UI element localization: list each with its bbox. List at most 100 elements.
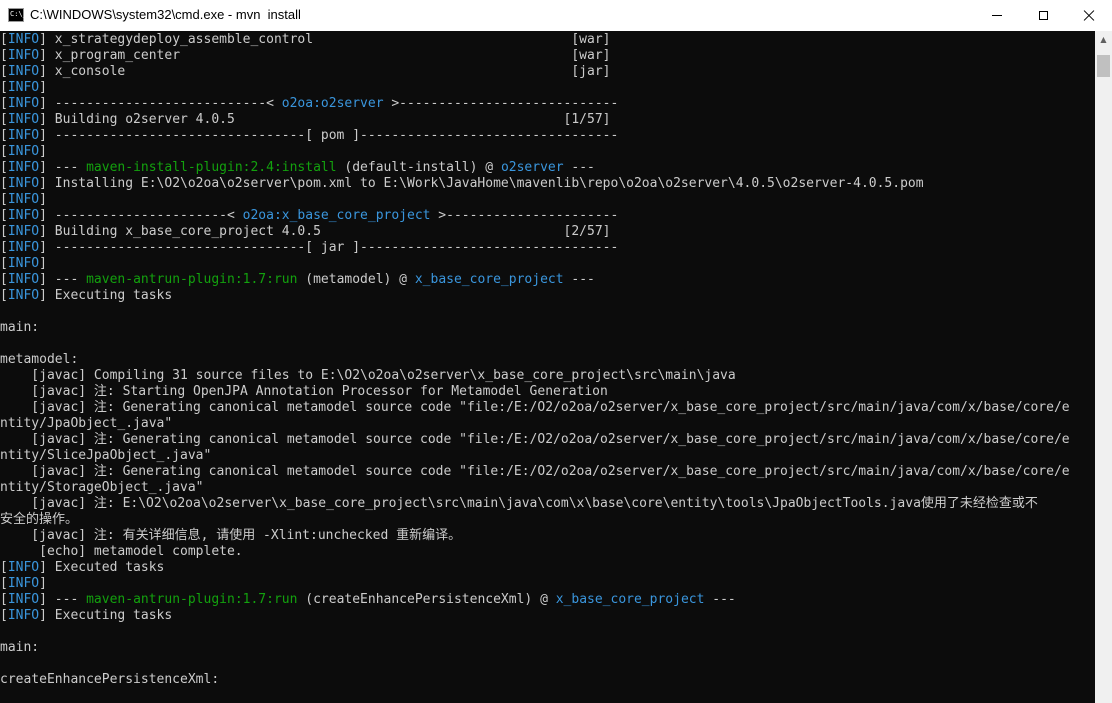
console-text: [	[0, 112, 8, 127]
console-text: ]	[39, 256, 47, 271]
console-text: o2oa:x_base_core_project	[242, 208, 431, 223]
console-text: [	[0, 144, 8, 159]
console-text: ] Building x_base_core_project 4.0.5 [2/…	[39, 224, 611, 239]
console-line: [INFO] Building o2server 4.0.5 [1/57]	[0, 112, 611, 128]
console-line: ntity/SliceJpaObject_.java"	[0, 448, 211, 464]
console-line: [INFO]	[0, 80, 47, 96]
console-text: createEnhancePersistenceXml:	[0, 672, 220, 687]
console-text: (default-install) @	[336, 160, 501, 175]
console-text: [	[0, 96, 8, 111]
console-text: ntity/StorageObject_.java"	[0, 480, 204, 495]
console-text: maven-install-plugin:2.4:install	[86, 160, 337, 175]
console-text: [	[0, 64, 8, 79]
console-text: 安全的操作。	[0, 512, 79, 527]
console-line: [INFO] --- maven-antrun-plugin:1.7:run (…	[0, 592, 736, 608]
info-tag: INFO	[7, 208, 40, 223]
info-tag: INFO	[7, 80, 40, 95]
console-text: ]	[39, 576, 47, 591]
title-bar[interactable]: C:\_ C:\WINDOWS\system32\cmd.exe - mvn i…	[0, 0, 1112, 31]
console-line: [javac] 注: 有关详细信息, 请使用 -Xlint:unchecked …	[0, 528, 461, 544]
console-line: [INFO] Building x_base_core_project 4.0.…	[0, 224, 611, 240]
console-line: [INFO] --------------------------------[…	[0, 240, 618, 256]
console-text: ] x_console [jar]	[39, 64, 611, 79]
console-line: [javac] Compiling 31 source files to E:\…	[0, 368, 736, 384]
minimize-button[interactable]	[974, 0, 1020, 31]
close-button[interactable]	[1066, 0, 1112, 31]
console-text: [javac] 注: Generating canonical metamode…	[0, 432, 1070, 447]
console-text: ] Installing E:\O2\o2oa\o2server\pom.xml…	[39, 176, 924, 191]
console-text: [	[0, 272, 8, 287]
console-line: ntity/JpaObject_.java"	[0, 416, 172, 432]
info-tag: INFO	[7, 240, 40, 255]
console-text: ] Executed tasks	[39, 560, 165, 575]
console-line: [INFO] x_program_center [war]	[0, 48, 611, 64]
console-text: (createEnhancePersistenceXml) @	[297, 592, 556, 607]
console-line: [INFO]	[0, 144, 47, 160]
info-tag: INFO	[7, 112, 40, 127]
console-line: [INFO] ----------------------< o2oa:x_ba…	[0, 208, 618, 224]
info-tag: INFO	[7, 592, 40, 607]
console-text: [	[0, 192, 8, 207]
console-line: [echo] metamodel complete.	[0, 544, 243, 560]
console-line: [INFO] --------------------------------[…	[0, 128, 618, 144]
console-output[interactable]: [INFO] x_strategydeploy_assemble_control…	[0, 32, 1095, 703]
info-tag: INFO	[7, 256, 40, 271]
console-text: >----------------------	[430, 208, 619, 223]
console-text: maven-antrun-plugin:1.7:run	[86, 272, 298, 287]
console-text: [javac] Compiling 31 source files to E:\…	[0, 368, 736, 383]
console-text: ] ----------------------<	[39, 208, 243, 223]
console-text: ] ---------------------------<	[39, 96, 282, 111]
console-line: [INFO] Executed tasks	[0, 560, 164, 576]
info-tag: INFO	[7, 288, 40, 303]
console-text: (metamodel) @	[297, 272, 415, 287]
console-text: x_base_core_project	[555, 592, 705, 607]
console-text: ---	[563, 272, 595, 287]
console-app-icon[interactable]: C:\_	[8, 8, 27, 22]
console-text: [	[0, 256, 8, 271]
console-text: [	[0, 208, 8, 223]
console-text: ] x_strategydeploy_assemble_control [war…	[39, 32, 611, 47]
console-text: ---	[563, 160, 595, 175]
scroll-up-button[interactable]: ▲	[1095, 31, 1112, 48]
console-text: ] ---	[39, 272, 87, 287]
console-line: [INFO]	[0, 256, 47, 272]
info-tag: INFO	[7, 176, 40, 191]
console-text: [	[0, 560, 8, 575]
maximize-button[interactable]	[1020, 0, 1066, 31]
scrollbar-thumb[interactable]	[1097, 55, 1110, 77]
console-line: [javac] 注: E:\O2\o2oa\o2server\x_base_co…	[0, 496, 1038, 512]
console-line: main:	[0, 640, 39, 656]
console-text: [	[0, 32, 8, 47]
info-tag: INFO	[7, 192, 40, 207]
console-line: ntity/StorageObject_.java"	[0, 480, 204, 496]
console-text: [echo] metamodel complete.	[0, 544, 243, 559]
console-text: ] Building o2server 4.0.5 [1/57]	[39, 112, 611, 127]
info-tag: INFO	[7, 48, 40, 63]
info-tag: INFO	[7, 32, 40, 47]
vertical-scrollbar[interactable]: ▲	[1095, 31, 1112, 703]
console-line: [INFO] --- maven-antrun-plugin:1.7:run (…	[0, 272, 595, 288]
info-tag: INFO	[7, 576, 40, 591]
minimize-icon	[992, 15, 1002, 16]
console-line: 安全的操作。	[0, 512, 78, 528]
console-line: createEnhancePersistenceXml:	[0, 672, 219, 688]
console-line: metamodel:	[0, 352, 78, 368]
console-text: main:	[0, 320, 40, 335]
info-tag: INFO	[7, 64, 40, 79]
console-text: o2server	[500, 160, 564, 175]
console-text: [	[0, 160, 8, 175]
console-text: ] --------------------------------[ jar …	[39, 240, 619, 255]
chevron-up-icon: ▲	[1100, 35, 1107, 44]
console-text: [javac] 注: 有关详细信息, 请使用 -Xlint:unchecked …	[0, 528, 462, 543]
console-line: [javac] 注: Generating canonical metamode…	[0, 464, 1069, 480]
console-text: ]	[39, 144, 47, 159]
console-text: ] --------------------------------[ pom …	[39, 128, 619, 143]
console-text: [javac] 注: Generating canonical metamode…	[0, 400, 1070, 415]
console-text: o2oa:o2server	[281, 96, 384, 111]
console-text: [	[0, 80, 8, 95]
console-line: [INFO]	[0, 576, 47, 592]
console-line: [INFO] --- maven-install-plugin:2.4:inst…	[0, 160, 595, 176]
console-line: [INFO]	[0, 192, 47, 208]
console-text: ntity/JpaObject_.java"	[0, 416, 173, 431]
console-text: [	[0, 224, 8, 239]
